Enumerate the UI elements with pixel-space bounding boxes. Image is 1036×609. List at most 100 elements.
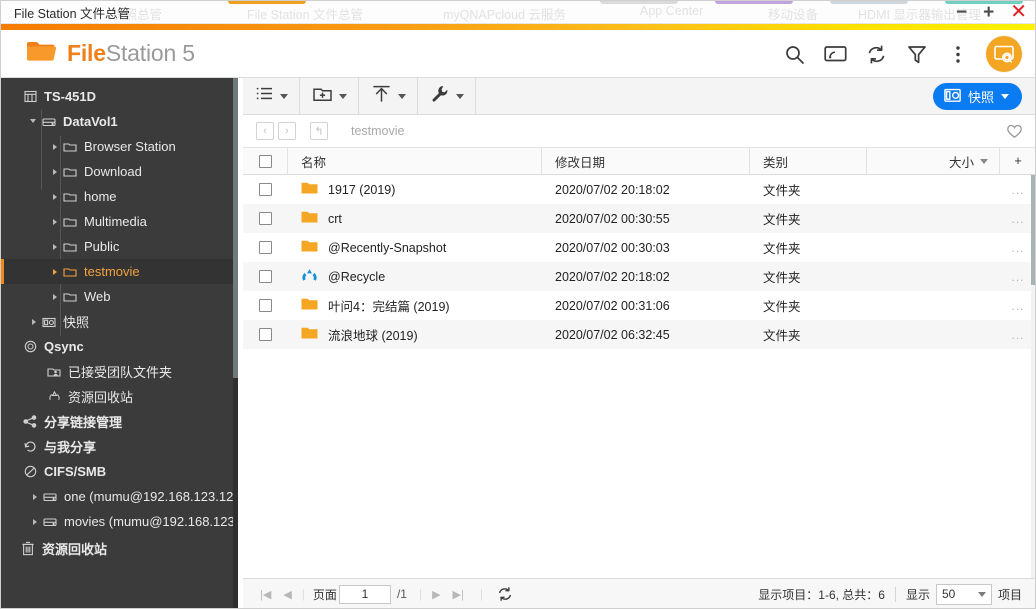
- sidebar-item-movies-mount[interactable]: movies (mumu@192.168.123.: [0, 509, 238, 534]
- sidebar-item-share-link-manager[interactable]: 分享链接管理: [0, 409, 238, 434]
- chevron-down-icon[interactable]: [398, 94, 406, 99]
- file-name-cell[interactable]: crt: [288, 210, 542, 227]
- tree-arrow[interactable]: [10, 91, 21, 102]
- table-row[interactable]: 流浪地球 (2019) 2020/07/02 06:32:45 文件夹 ...: [243, 320, 1036, 349]
- file-name-cell[interactable]: 流浪地球 (2019): [288, 325, 542, 344]
- tree-arrow[interactable]: [50, 166, 61, 177]
- sidebar-item-public[interactable]: Public: [0, 234, 238, 259]
- column-header-name[interactable]: 名称: [288, 148, 542, 175]
- page-number-input[interactable]: [339, 585, 391, 604]
- chevron-down-icon[interactable]: [978, 592, 986, 597]
- row-select-cell[interactable]: [243, 183, 288, 196]
- content-scrollbar-thumb[interactable]: [1031, 175, 1036, 285]
- row-checkbox[interactable]: [259, 270, 272, 283]
- row-select-cell[interactable]: [243, 299, 288, 312]
- chevron-down-icon[interactable]: [280, 94, 288, 99]
- column-header-modified-date[interactable]: 修改日期: [542, 148, 750, 175]
- background-tab[interactable]: App Center: [640, 4, 703, 18]
- file-name-cell[interactable]: @Recently-Snapshot: [288, 239, 542, 256]
- row-checkbox[interactable]: [259, 299, 272, 312]
- chevron-down-icon[interactable]: [1001, 94, 1009, 99]
- tree-arrow[interactable]: [50, 291, 61, 302]
- tree-arrow[interactable]: [50, 241, 61, 252]
- tools-button[interactable]: [418, 78, 476, 115]
- background-tab[interactable]: File Station 文件总管: [247, 4, 363, 23]
- table-row[interactable]: @Recycle 2020/07/02 20:18:02 文件夹 ...: [243, 262, 1036, 291]
- chevron-down-icon[interactable]: [456, 94, 464, 99]
- prev-page-button[interactable]: ◀: [277, 588, 297, 601]
- tree-arrow[interactable]: [50, 216, 61, 227]
- row-checkbox[interactable]: [259, 183, 272, 196]
- chevron-down-icon[interactable]: [339, 94, 347, 99]
- sidebar-item-home[interactable]: home: [0, 184, 238, 209]
- cast-icon[interactable]: [822, 41, 848, 67]
- tree-arrow[interactable]: [50, 141, 61, 152]
- minimize-button[interactable]: −: [953, 3, 970, 22]
- refresh-icon[interactable]: [497, 586, 513, 602]
- sidebar-item-ts-451d[interactable]: TS-451D: [0, 84, 238, 109]
- last-page-button[interactable]: ▶|: [447, 588, 470, 601]
- background-tab[interactable]: 移动设备: [768, 4, 818, 23]
- table-row[interactable]: crt 2020/07/02 00:30:55 文件夹 ...: [243, 204, 1036, 233]
- maximize-button[interactable]: +: [980, 3, 997, 22]
- row-checkbox[interactable]: [259, 328, 272, 341]
- forward-button[interactable]: ›: [278, 122, 296, 140]
- upload-button[interactable]: [359, 78, 418, 115]
- up-button[interactable]: ↰: [310, 122, 328, 140]
- sort-descending-icon[interactable]: [980, 159, 988, 164]
- remote-mount-button[interactable]: [986, 36, 1022, 72]
- snapshot-button[interactable]: 快照: [933, 83, 1022, 110]
- sidebar-item-cifs-smb[interactable]: CIFS/SMB: [0, 459, 238, 484]
- next-page-button[interactable]: ▶: [426, 588, 446, 601]
- row-checkbox[interactable]: [259, 212, 272, 225]
- sidebar-scrollbar-thumb[interactable]: [233, 78, 238, 378]
- close-button[interactable]: ✕: [1007, 2, 1030, 22]
- row-checkbox[interactable]: [259, 241, 272, 254]
- more-options-icon[interactable]: [945, 41, 971, 67]
- tree-arrow[interactable]: [50, 266, 61, 277]
- back-button[interactable]: ‹: [256, 122, 274, 140]
- select-all-checkbox[interactable]: [259, 155, 272, 168]
- sidebar-item-snapshot[interactable]: 快照: [0, 309, 238, 334]
- sidebar-item-datavol1[interactable]: DataVol1: [0, 109, 238, 134]
- sidebar-item-web[interactable]: Web: [0, 284, 238, 309]
- new-folder-button[interactable]: [300, 78, 359, 115]
- row-select-cell[interactable]: [243, 212, 288, 225]
- sidebar-item-qsync[interactable]: Qsync: [0, 334, 238, 359]
- sidebar-item-multimedia[interactable]: Multimedia: [0, 209, 238, 234]
- row-select-cell[interactable]: [243, 241, 288, 254]
- view-mode-button[interactable]: [243, 78, 300, 115]
- column-header-type[interactable]: 类别: [750, 148, 867, 175]
- tree-arrow[interactable]: [30, 516, 41, 527]
- row-select-cell[interactable]: [243, 328, 288, 341]
- row-select-cell[interactable]: [243, 270, 288, 283]
- file-name-cell[interactable]: 叶问4：完结篇 (2019): [288, 296, 542, 315]
- sidebar-scrollbar-track[interactable]: [233, 78, 238, 609]
- column-header-size[interactable]: 大小: [867, 148, 1000, 175]
- table-row[interactable]: 1917 (2019) 2020/07/02 20:18:02 文件夹 ...: [243, 175, 1036, 204]
- tree-arrow[interactable]: [29, 116, 40, 127]
- tree-arrow[interactable]: [29, 316, 40, 327]
- tree-arrow[interactable]: [30, 491, 41, 502]
- refresh-icon[interactable]: [863, 41, 889, 67]
- first-page-button[interactable]: |◀: [254, 588, 277, 601]
- filter-icon[interactable]: [904, 41, 930, 67]
- sidebar-item-download[interactable]: Download: [0, 159, 238, 184]
- sidebar-item-qsync-recycle-bin[interactable]: 资源回收站: [0, 384, 238, 409]
- add-column-button[interactable]: +: [1000, 148, 1036, 175]
- file-name-cell[interactable]: 1917 (2019): [288, 181, 542, 198]
- background-tab[interactable]: myQNAPcloud 云服务: [443, 4, 566, 23]
- sidebar-item-recycle-bin[interactable]: 资源回收站: [0, 534, 238, 562]
- search-icon[interactable]: [781, 41, 807, 67]
- tree-arrow[interactable]: [50, 191, 61, 202]
- sidebar-item-one-mount[interactable]: one (mumu@192.168.123.123: [0, 484, 238, 509]
- file-name-cell[interactable]: @Recycle: [288, 268, 542, 286]
- table-row[interactable]: 叶问4：完结篇 (2019) 2020/07/02 00:31:06 文件夹 .…: [243, 291, 1036, 320]
- sidebar-item-accepted-team-folder[interactable]: 已接受团队文件夹: [0, 359, 238, 384]
- breadcrumb[interactable]: testmovie: [351, 124, 405, 138]
- sidebar-item-browser-station[interactable]: Browser Station: [0, 134, 238, 159]
- sidebar-item-testmovie[interactable]: testmovie: [0, 259, 238, 284]
- select-all-cell[interactable]: [243, 148, 288, 175]
- sidebar-item-shared-with-me[interactable]: 与我分享: [0, 434, 238, 459]
- page-size-select[interactable]: 50: [936, 584, 992, 605]
